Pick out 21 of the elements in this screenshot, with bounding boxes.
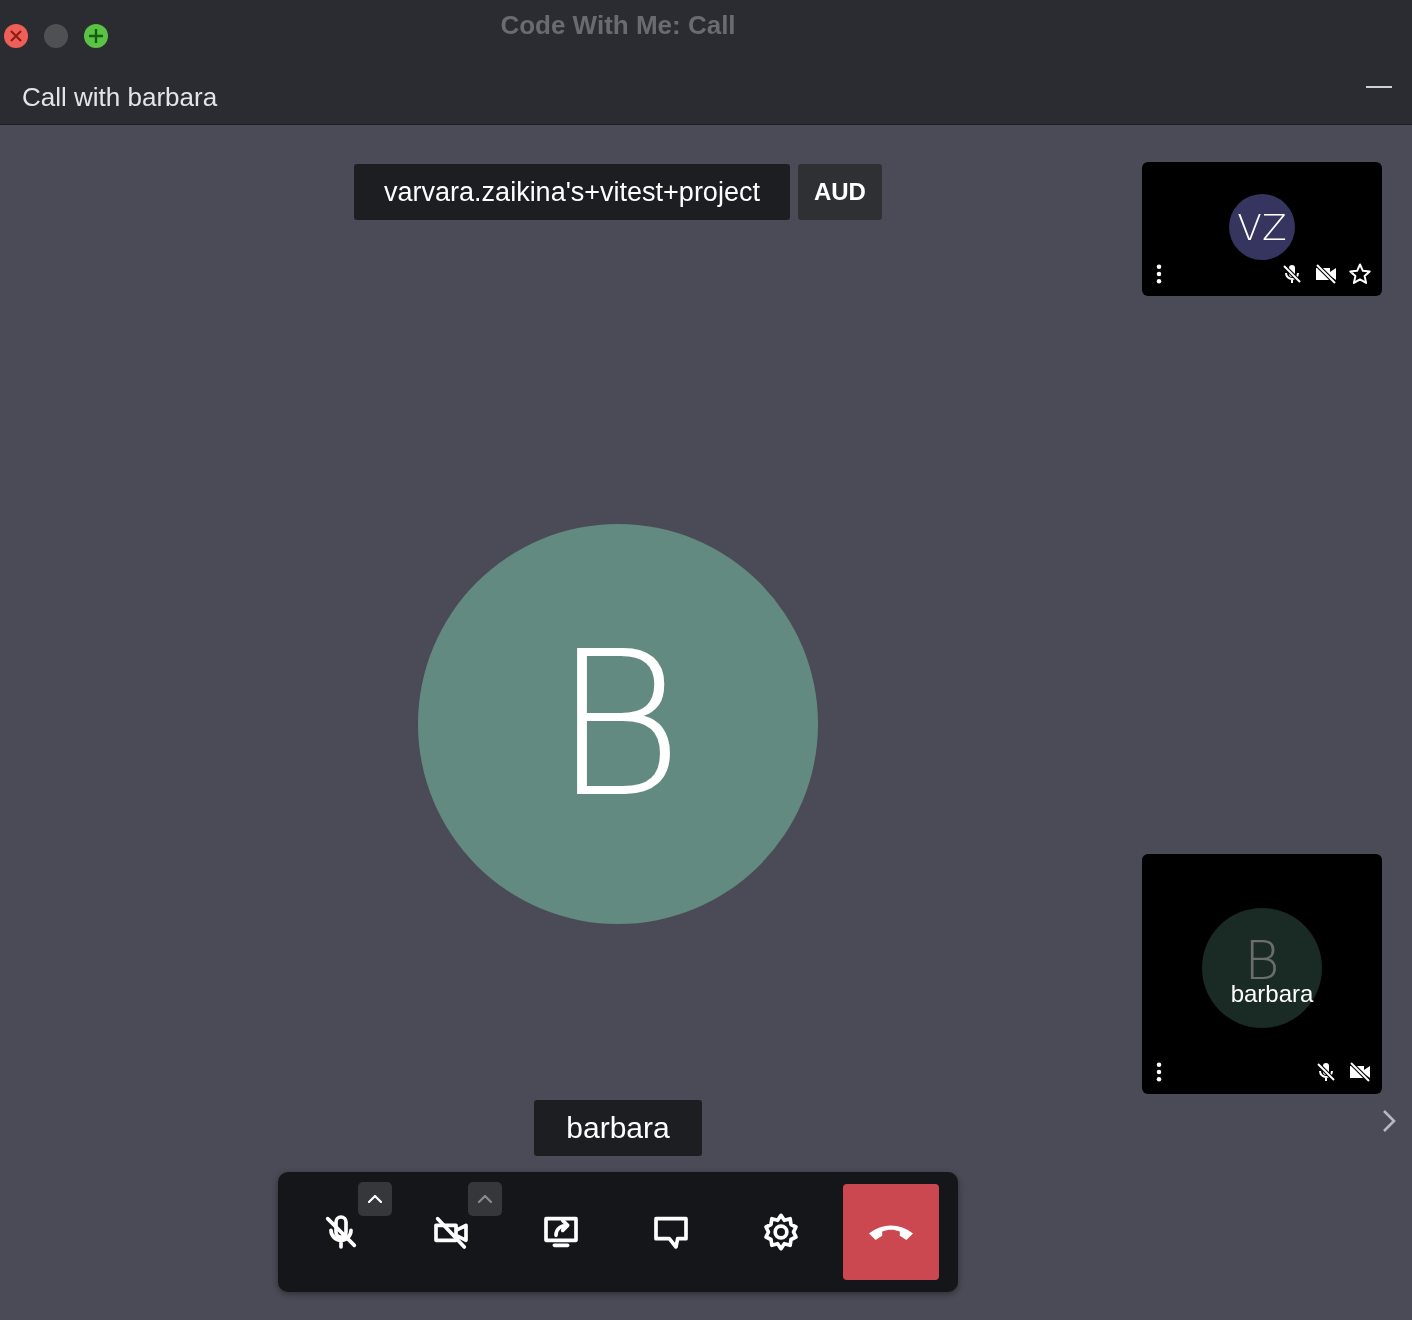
participant-name: barbara	[1230, 982, 1314, 1006]
caret-icon	[478, 1195, 492, 1203]
options-button[interactable]	[358, 1182, 392, 1216]
settings-icon	[761, 1212, 801, 1252]
avatar: B	[418, 524, 818, 924]
more-icon[interactable]	[1156, 264, 1162, 284]
minimize-icon[interactable]	[1366, 85, 1392, 89]
speaker-name: barbara	[534, 1100, 702, 1156]
window-title: Code With Me: Call	[500, 10, 736, 41]
audio-badge: AUD	[797, 164, 882, 220]
caret-icon	[368, 1195, 382, 1203]
hang-up-button[interactable]	[843, 1184, 939, 1280]
avatar-initials: VZ	[1237, 206, 1287, 248]
meeting-name: varvara.zaikina's+vitest+project	[354, 164, 790, 220]
chevron-right-icon[interactable]	[1382, 1109, 1396, 1133]
phone-icon	[869, 1224, 913, 1240]
call-title: Call with barbara	[22, 81, 218, 113]
close-icon[interactable]	[4, 24, 28, 48]
more-icon[interactable]	[1156, 1062, 1162, 1082]
star-icon[interactable]	[1348, 262, 1372, 286]
zoom-icon[interactable]	[84, 24, 108, 48]
